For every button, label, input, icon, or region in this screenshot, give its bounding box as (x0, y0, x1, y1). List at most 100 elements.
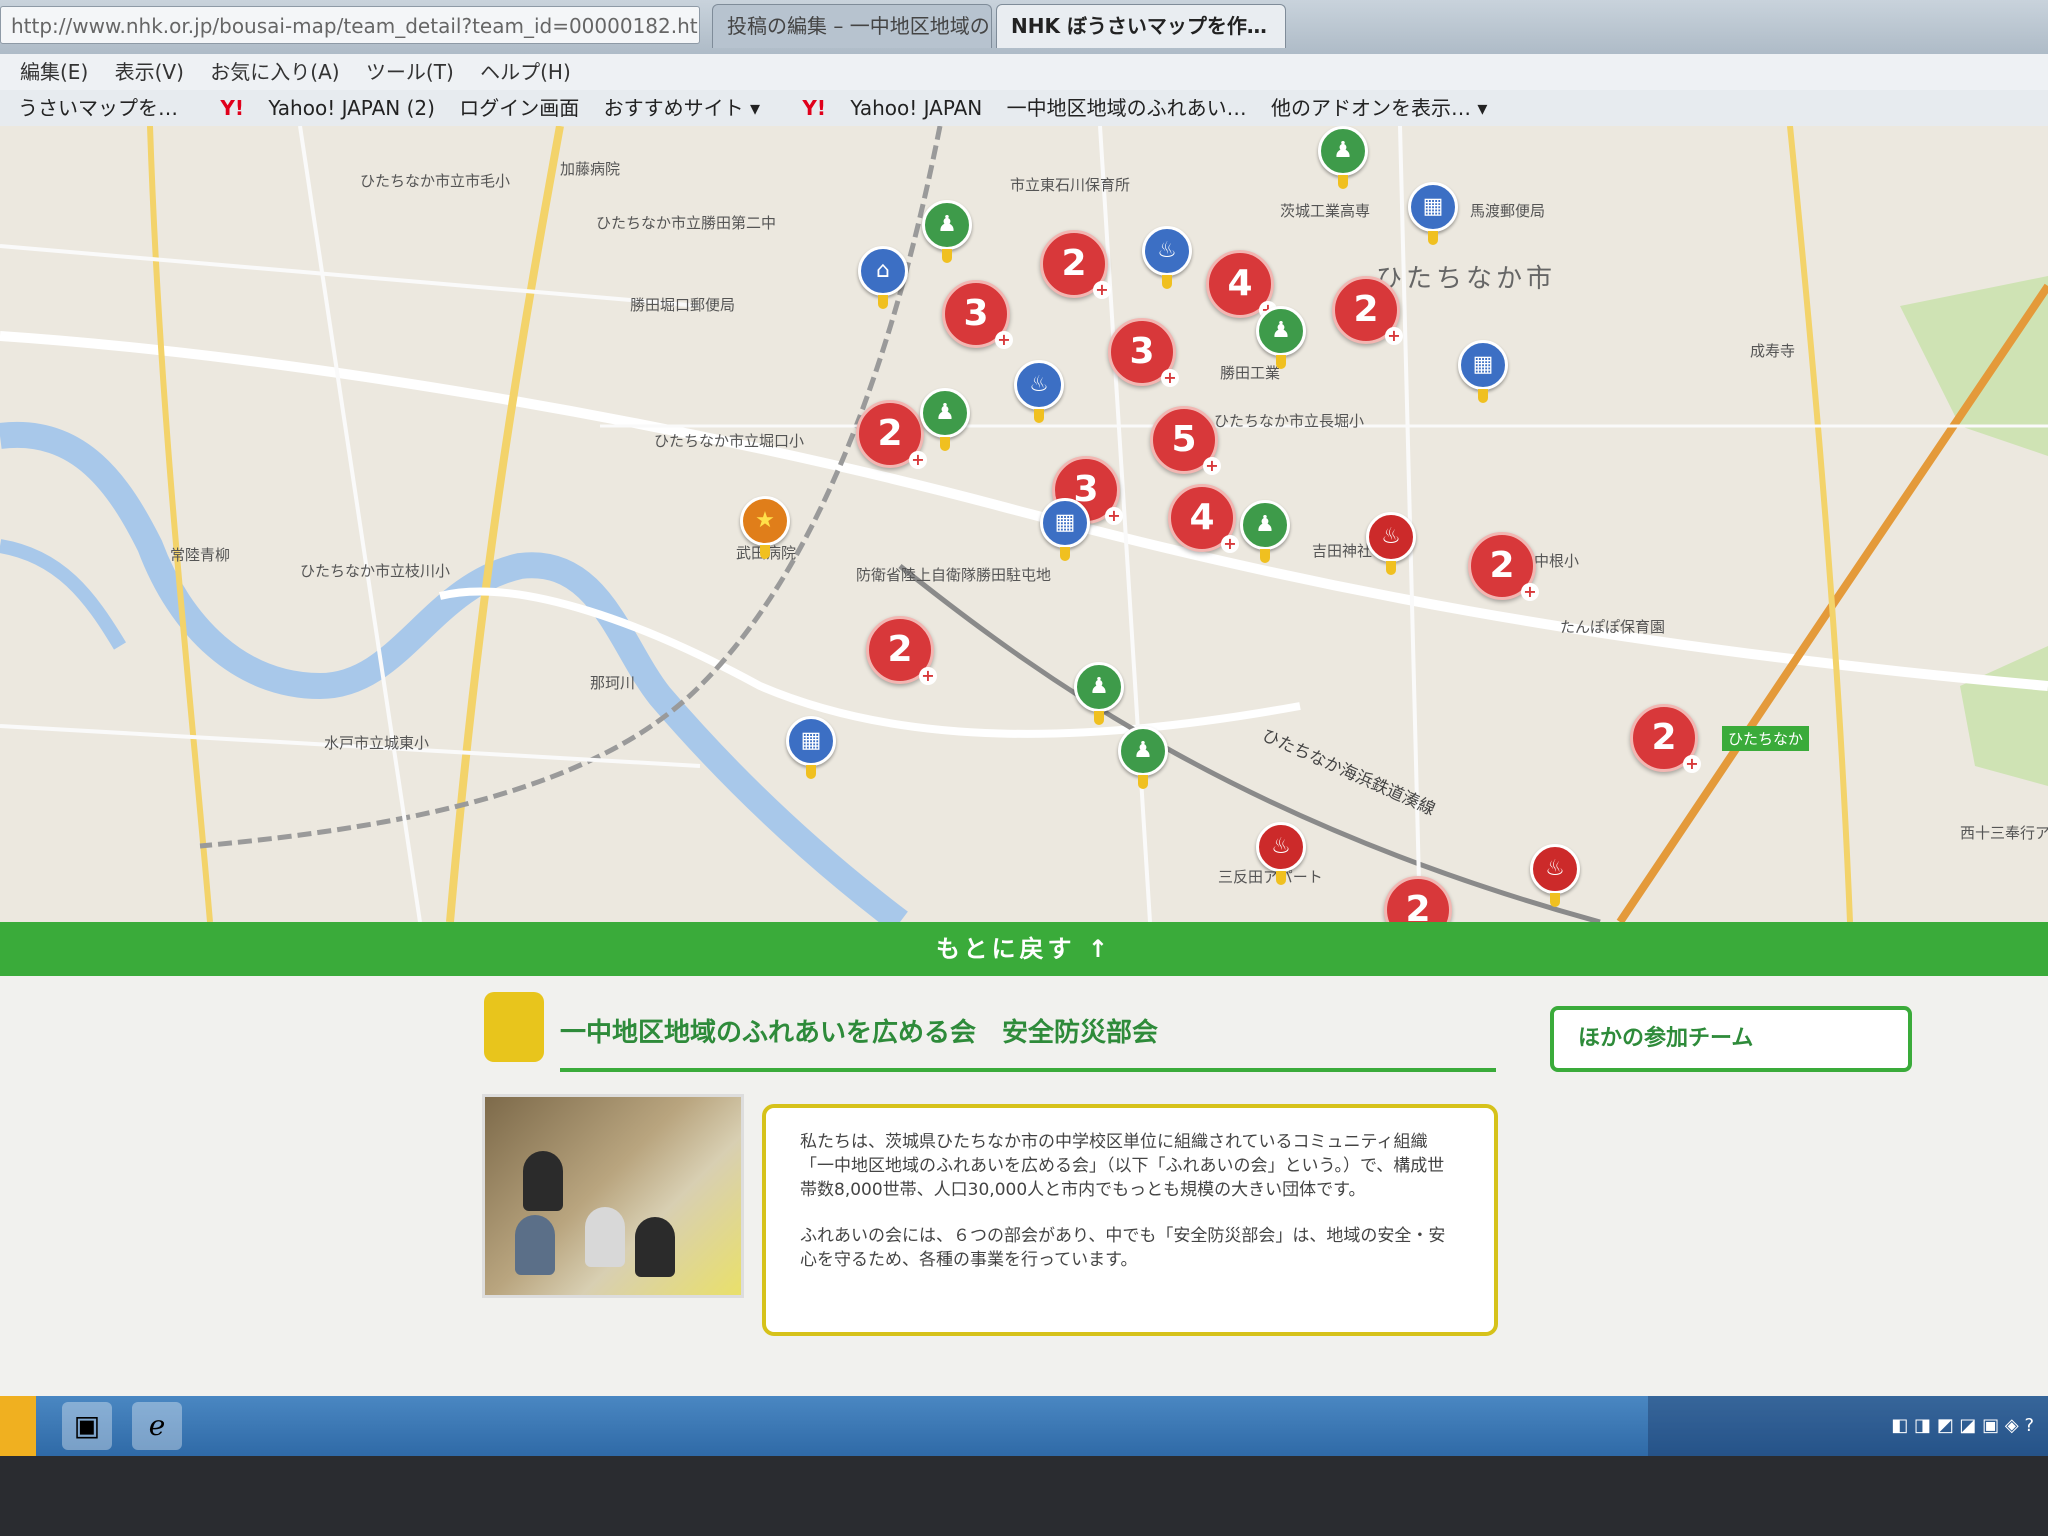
activity-pin-icon[interactable]: ♟ (1240, 500, 1290, 563)
internet-explorer-icon[interactable]: ℯ (132, 1402, 182, 1450)
fire-hydrant-pin-icon[interactable]: ♨ (1014, 360, 1064, 423)
menu-help[interactable]: ヘルプ(H) (480, 54, 571, 90)
team-description: 私たちは、茨城県ひたちなか市の中学校区単位に組織されているコミュニティ組織「一中… (762, 1104, 1498, 1336)
cluster-count: 2 (887, 629, 913, 670)
media-app-icon[interactable]: ▣ (62, 1402, 112, 1450)
city-label: ひたちなか市 (1376, 264, 1557, 294)
plus-icon: + (1161, 369, 1179, 387)
shelter-pin-icon[interactable]: ⌂ (858, 246, 908, 309)
activity-pin-icon[interactable]: ♟ (1256, 306, 1306, 369)
yahoo-icon: Y! (220, 96, 244, 120)
fav-recommended[interactable]: おすすめサイト ▾ (604, 90, 760, 126)
hazard-map[interactable]: ひたちなか市 ひたちなか市立市毛小 加藤病院 ひたちなか市立勝田第二中 勝田堀口… (0, 126, 2048, 922)
activity-pin-icon[interactable]: ♟ (1118, 726, 1168, 789)
team-title: 一中地区地域のふれあいを広める会 安全防災部会 (560, 1018, 1159, 1048)
map-label: 常陸青柳 (170, 546, 231, 564)
map-label: 勝田工業 (1220, 364, 1281, 382)
start-button[interactable] (0, 1396, 36, 1456)
plus-icon: + (1105, 507, 1123, 525)
cluster-count: 2 (1489, 545, 1515, 586)
plus-icon: + (1683, 755, 1701, 773)
map-cluster[interactable]: 4+ (1168, 484, 1239, 553)
map-cluster[interactable]: 2+ (856, 400, 927, 469)
back-to-top-bar[interactable]: もとに戻す ↑ (0, 922, 2048, 976)
photo-person (523, 1151, 563, 1211)
address-bar[interactable]: http://www.nhk.or.jp/bousai-map/team_det… (0, 6, 700, 44)
map-label: ひたちなか市立堀口小 (654, 432, 805, 450)
map-label: 防衛省陸上自衛隊勝田駐屯地 (856, 566, 1052, 584)
fav-addons[interactable]: 他のアドオンを表示… ▾ (1271, 90, 1487, 126)
map-label: 西十三奉行アパート (1960, 824, 2048, 842)
map-label: 中根小 (1534, 552, 1580, 570)
system-tray[interactable]: ◧ ◨ ◩ ◪ ▣ ◈ ? (1648, 1396, 2048, 1456)
cluster-count: 2 (1405, 889, 1431, 922)
station-label: ひたちなか (1722, 726, 1810, 751)
fav-login[interactable]: ログイン画面 (459, 90, 579, 126)
tab-nhk-bousai-map[interactable]: NHK ぼうさいマップを作… (996, 4, 1286, 48)
map-cluster[interactable]: 5 + (1150, 406, 1221, 475)
building-pin-icon[interactable]: ▦ (1408, 182, 1458, 245)
description-paragraph: ふれあいの会には、６つの部会があり、中でも「安全防災部会」は、地域の安全・安心を… (800, 1226, 1446, 1270)
cluster-count: 3 (963, 293, 989, 334)
description-paragraph: 私たちは、茨城県ひたちなか市の中学校区単位に組織されているコミュニティ組織「一中… (800, 1132, 1445, 1200)
map-label: 那珂川 (590, 674, 636, 692)
map-label: 市立東石川保育所 (1010, 176, 1131, 194)
fav-yahoo-japan[interactable]: Y! Yahoo! JAPAN (784, 90, 982, 126)
map-label: 茨城工業高専 (1280, 202, 1371, 220)
fire-hydrant-pin-icon[interactable]: ♨ (1366, 512, 1416, 575)
fav-yahoo-japan-2[interactable]: Y! Yahoo! JAPAN (2) (202, 90, 435, 126)
menu-edit[interactable]: 編集(E) (20, 54, 88, 90)
building-pin-icon[interactable]: ▦ (1458, 340, 1508, 403)
cluster-count: 2 (1061, 243, 1087, 284)
activity-pin-icon[interactable]: ♟ (922, 200, 972, 263)
plus-icon: + (1203, 457, 1221, 475)
menu-view[interactable]: 表示(V) (115, 54, 184, 90)
fire-hydrant-pin-icon[interactable]: ♨ (1256, 822, 1306, 885)
cluster-count: 2 (877, 413, 903, 454)
photo-person (585, 1207, 625, 1267)
fire-hydrant-pin-icon[interactable]: ♨ (1142, 226, 1192, 289)
map-cluster[interactable]: 2+ (1332, 276, 1403, 345)
plus-icon: + (909, 451, 927, 469)
map-cluster[interactable]: 2+ (1630, 704, 1701, 773)
map-label: ひたちなか市立市毛小 (360, 172, 511, 190)
map-label: 馬渡郵便局 (1470, 202, 1546, 220)
map-cluster[interactable]: 3 + (942, 280, 1013, 349)
photo-person (635, 1217, 675, 1277)
menu-bar: 編集(E) 表示(V) お気に入り(A) ツール(T) ヘルプ(H) (0, 54, 2048, 90)
building-pin-icon[interactable]: ▦ (786, 716, 836, 779)
cluster-count: 4 (1189, 497, 1215, 538)
map-label: 勝田堀口郵便局 (630, 296, 736, 314)
fire-hydrant-pin-icon[interactable]: ♨ (1530, 844, 1580, 907)
plus-icon: + (1521, 583, 1539, 601)
menu-favorites[interactable]: お気に入り(A) (210, 54, 339, 90)
other-teams-button[interactable]: ほかの参加チーム (1550, 1006, 1912, 1072)
yahoo-icon: Y! (802, 96, 827, 120)
activity-pin-icon[interactable]: ♟ (1318, 126, 1368, 189)
fav-label: Yahoo! JAPAN (850, 96, 983, 120)
map-cluster[interactable]: 3 + (1108, 318, 1179, 387)
map-cluster[interactable]: 2+ (1040, 230, 1111, 299)
star-pin-icon[interactable]: ★ (740, 496, 790, 559)
cluster-count: 2 (1651, 717, 1677, 758)
team-photo[interactable] (482, 1094, 744, 1298)
photo-person (515, 1215, 555, 1275)
favorites-bar: うさいマップを… Y! Yahoo! JAPAN (2) ログイン画面 おすすめ… (0, 90, 2048, 127)
menu-tools[interactable]: ツール(T) (366, 54, 454, 90)
map-label: たんぽぽ保育園 (1560, 618, 1666, 636)
cluster-count: 5 (1171, 419, 1197, 460)
activity-pin-icon[interactable]: ♟ (1074, 662, 1124, 725)
activity-pin-icon[interactable]: ♟ (920, 388, 970, 451)
fav-bousai-map[interactable]: うさいマップを… (18, 90, 178, 126)
map-label: 成寿寺 (1750, 342, 1796, 360)
map-label: ひたちなか市立枝川小 (300, 562, 451, 580)
building-pin-icon[interactable]: ▦ (1040, 498, 1090, 561)
fav-ichichu[interactable]: 一中地区地域のふれあい… (1007, 90, 1247, 126)
map-cluster[interactable]: 4+ (1206, 250, 1277, 319)
tab-post-edit[interactable]: 投稿の編集 – 一中地区地域の… (712, 4, 992, 48)
plus-icon: + (1093, 281, 1111, 299)
cluster-count: 2 (1353, 289, 1379, 330)
plus-icon: + (995, 331, 1013, 349)
map-cluster[interactable]: 2+ (1468, 532, 1539, 601)
map-cluster[interactable]: 2+ (866, 616, 937, 685)
